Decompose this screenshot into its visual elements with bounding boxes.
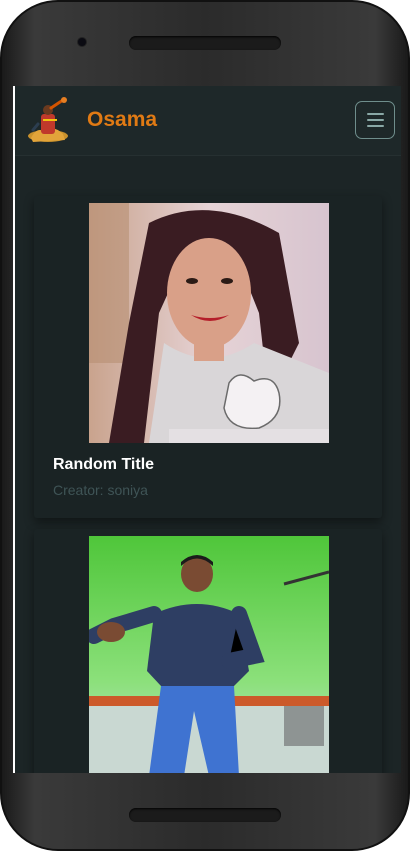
card-title[interactable]: Random Title [53, 456, 154, 474]
hamburger-icon-middle [367, 119, 384, 121]
thumbnail-image [89, 203, 329, 443]
front-camera [78, 38, 86, 46]
hamburger-icon [367, 113, 384, 115]
navbar: Osama [15, 86, 401, 156]
video-card[interactable] [34, 529, 382, 773]
menu-toggle-button[interactable] [355, 101, 395, 139]
brand-name[interactable]: Osama [87, 108, 157, 132]
hamburger-icon-bottom [367, 125, 384, 127]
video-card[interactable]: Random Title Creator: soniya [34, 196, 382, 518]
home-bar [129, 808, 281, 822]
app-screen: Osama Random Title Creator: soniya [13, 86, 401, 773]
earpiece-speaker [129, 36, 281, 50]
card-creator: Creator: soniya [53, 482, 148, 498]
video-thumbnail[interactable] [89, 536, 329, 773]
brand-logo-icon[interactable] [23, 96, 73, 146]
phone-frame: Osama Random Title Creator: soniya [0, 0, 410, 851]
video-thumbnail[interactable] [89, 203, 329, 443]
thumbnail-image [89, 536, 329, 773]
